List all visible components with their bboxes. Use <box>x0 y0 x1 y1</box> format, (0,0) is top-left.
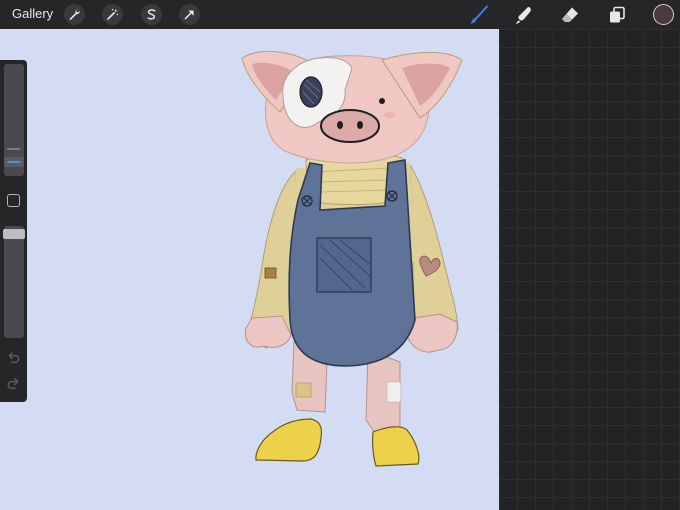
selection-s-icon <box>147 9 156 20</box>
adjustments-button[interactable] <box>102 4 123 25</box>
brush-opacity-handle[interactable] <box>3 229 25 239</box>
size-slider-tick <box>7 148 20 150</box>
actions-button[interactable] <box>64 4 85 25</box>
color-picker-button[interactable] <box>653 4 674 25</box>
wrench-icon <box>69 8 80 20</box>
transform-button[interactable] <box>179 4 200 25</box>
redo-icon[interactable] <box>6 376 21 391</box>
layers-icon <box>610 6 625 23</box>
brush-sidebar <box>0 60 27 402</box>
layers-button[interactable] <box>606 4 628 26</box>
brush-tool-button[interactable] <box>468 4 490 26</box>
eraser-tool-button[interactable] <box>559 4 581 26</box>
drawing-canvas[interactable] <box>0 29 499 510</box>
pig-character-drawing <box>241 50 463 467</box>
brush-icon <box>470 5 488 24</box>
smudge-icon <box>516 6 531 24</box>
smudge-tool-button[interactable] <box>513 4 535 26</box>
eraser-icon <box>562 7 578 22</box>
magic-wand-icon <box>107 8 119 20</box>
off-canvas-grid <box>499 29 680 510</box>
transform-arrow-icon <box>184 10 194 20</box>
selection-button[interactable] <box>141 4 162 25</box>
brush-size-handle[interactable] <box>4 157 24 167</box>
modify-button[interactable] <box>7 194 20 207</box>
brush-opacity-slider[interactable] <box>4 226 24 338</box>
undo-icon[interactable] <box>6 350 21 365</box>
top-toolbar: Gallery <box>0 0 680 29</box>
gallery-button[interactable]: Gallery <box>12 6 53 21</box>
